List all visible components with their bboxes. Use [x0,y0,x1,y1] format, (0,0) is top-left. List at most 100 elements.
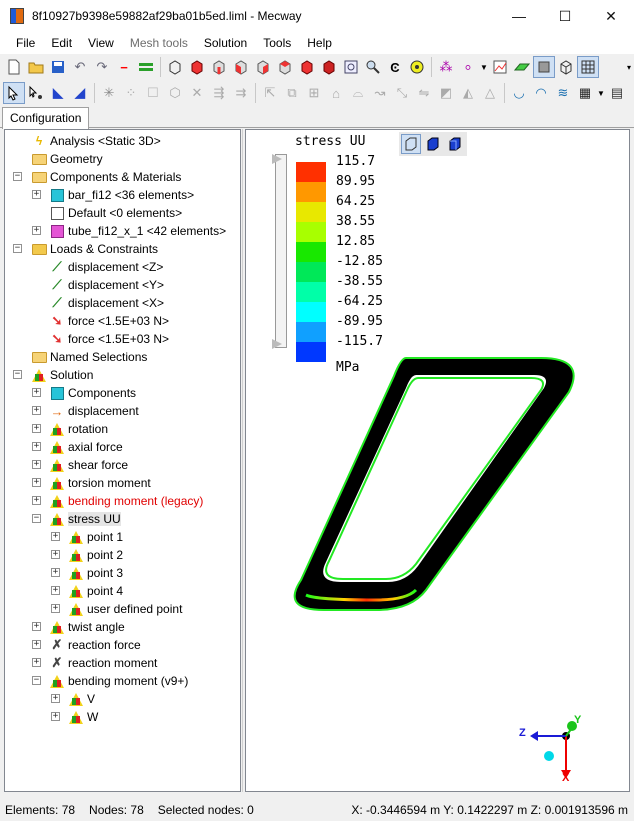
mesh-view-icon[interactable] [577,56,599,78]
zoom-box-icon[interactable] [340,56,362,78]
tree-expander[interactable]: − [13,172,22,181]
copy-icon[interactable]: ⧉ [281,82,303,104]
tree-item[interactable]: twist angle [49,618,125,636]
scale-icon[interactable]: ⤡ [391,82,413,104]
tree-item[interactable]: tube_fi12_x_1 <42 elements> [49,222,226,240]
node-grid-icon[interactable]: ⁘ [120,82,142,104]
modes-2-icon[interactable]: ◠ [530,82,552,104]
menu-view[interactable]: View [80,33,122,53]
tree-expander[interactable]: + [32,460,41,469]
tree-item[interactable]: V [68,690,95,708]
tree-item[interactable]: bending moment (legacy) [49,492,203,510]
view-right-icon[interactable] [252,56,274,78]
tree-item[interactable]: → displacement [49,402,139,420]
tree-item[interactable]: ⟋ displacement <Y> [49,276,164,294]
tree-expander[interactable]: + [51,586,60,595]
tree-expander[interactable]: + [32,478,41,487]
deform-icon[interactable]: ⁂ [435,56,457,78]
triangle-icon[interactable]: △ [479,82,501,104]
view-top-icon[interactable] [274,56,296,78]
menu-help[interactable]: Help [299,33,340,53]
tree-expander[interactable]: + [32,424,41,433]
move-icon[interactable]: ⇱ [259,82,281,104]
tree-expander[interactable]: + [51,550,60,559]
tree-expander[interactable]: + [32,496,41,505]
select-element-icon[interactable]: ◣ [47,82,69,104]
delete-icon[interactable]: − [113,56,135,78]
tree-item[interactable]: Loads & Constraints [31,240,158,258]
wireframe-cube-icon[interactable] [164,56,186,78]
bend-icon[interactable]: ↝ [369,82,391,104]
select-face-icon[interactable]: ◢ [69,82,91,104]
cross-icon[interactable]: ✕ [186,82,208,104]
maximize-button[interactable]: ☐ [542,0,588,32]
tree-expander[interactable]: + [32,622,41,631]
tree-expander[interactable]: + [32,658,41,667]
tree-expander[interactable]: + [32,226,41,235]
undo-icon[interactable]: ↶ [69,56,91,78]
wire-view-icon[interactable] [555,56,577,78]
tree-expander[interactable]: + [51,532,60,541]
animation-film-icon[interactable]: ▦ [574,82,596,104]
redo-icon[interactable]: ↷ [91,56,113,78]
explode-icon[interactable]: ✳ [98,82,120,104]
view-iso-icon[interactable] [318,56,340,78]
tree-item[interactable]: ⟋ displacement <X> [49,294,164,312]
tree-item[interactable]: Named Selections [31,348,147,366]
tree-item[interactable]: W [68,708,98,726]
open-folder-icon[interactable] [25,56,47,78]
tree-item[interactable]: bar_fi12 <36 elements> [49,186,194,204]
tree-item[interactable]: Solution [31,366,93,384]
new-file-icon[interactable] [3,56,25,78]
tree-item[interactable]: ϟ Analysis <Static 3D> [31,132,161,150]
tree-item[interactable]: rotation [49,420,108,438]
tree-expander[interactable]: − [13,370,22,379]
menu-edit[interactable]: Edit [43,33,80,53]
tree-expander[interactable]: + [51,712,60,721]
tree-expander[interactable]: + [32,190,41,199]
chart-icon[interactable] [489,56,511,78]
tree-expander[interactable]: + [32,442,41,451]
tree-expander[interactable]: + [32,640,41,649]
tree-item[interactable]: Components [49,384,136,402]
tree-expander[interactable]: + [51,568,60,577]
tree-expander[interactable]: − [32,514,41,523]
menu-solution[interactable]: Solution [196,33,255,53]
splitter[interactable] [242,129,243,792]
view-bottom-icon[interactable] [296,56,318,78]
tree-item[interactable]: point 1 [68,528,123,546]
cube-icon[interactable]: ⬡ [164,82,186,104]
probe-icon[interactable]: ⸰ [457,56,479,78]
solve-icon[interactable] [135,56,157,78]
tree-item[interactable]: shear force [49,456,128,474]
tree-item[interactable]: ✗ reaction force [49,636,141,654]
surface-icon[interactable] [511,56,533,78]
view-front-icon[interactable] [186,56,208,78]
menu-mesh-tools[interactable]: Mesh tools [122,33,196,53]
tree-item[interactable]: stress UU [49,510,121,528]
tree-item[interactable]: point 3 [68,564,123,582]
tree-item[interactable]: ➘ force <1.5E+03 N> [49,330,170,348]
tree-item[interactable]: Geometry [31,150,103,168]
menu-file[interactable]: File [8,33,43,53]
tree-expander[interactable]: − [13,244,22,253]
dropdown-arrow-icon[interactable]: ▼ [596,82,606,104]
view-back-icon[interactable] [208,56,230,78]
tree-item[interactable]: point 4 [68,582,123,600]
tree-expander[interactable]: + [51,694,60,703]
extrude-icon[interactable]: ⊞ [303,82,325,104]
box-icon[interactable]: ☐ [142,82,164,104]
table-icon[interactable]: ▤ [606,82,628,104]
tree-item[interactable]: axial force [49,438,123,456]
save-icon[interactable] [47,56,69,78]
refine-icon[interactable]: ◩ [435,82,457,104]
tree-item[interactable]: ✗ reaction moment [49,654,158,672]
tree-item[interactable]: user defined point [68,600,182,618]
mirror-icon[interactable]: ⇋ [413,82,435,104]
tri-mesh-icon[interactable]: ◭ [457,82,479,104]
revolve-icon[interactable]: ⌂ [325,82,347,104]
close-button[interactable]: ✕ [588,0,634,32]
tree-expander[interactable]: + [32,406,41,415]
merge-icon[interactable]: ⇉ [230,82,252,104]
tree-expander[interactable]: + [51,604,60,613]
